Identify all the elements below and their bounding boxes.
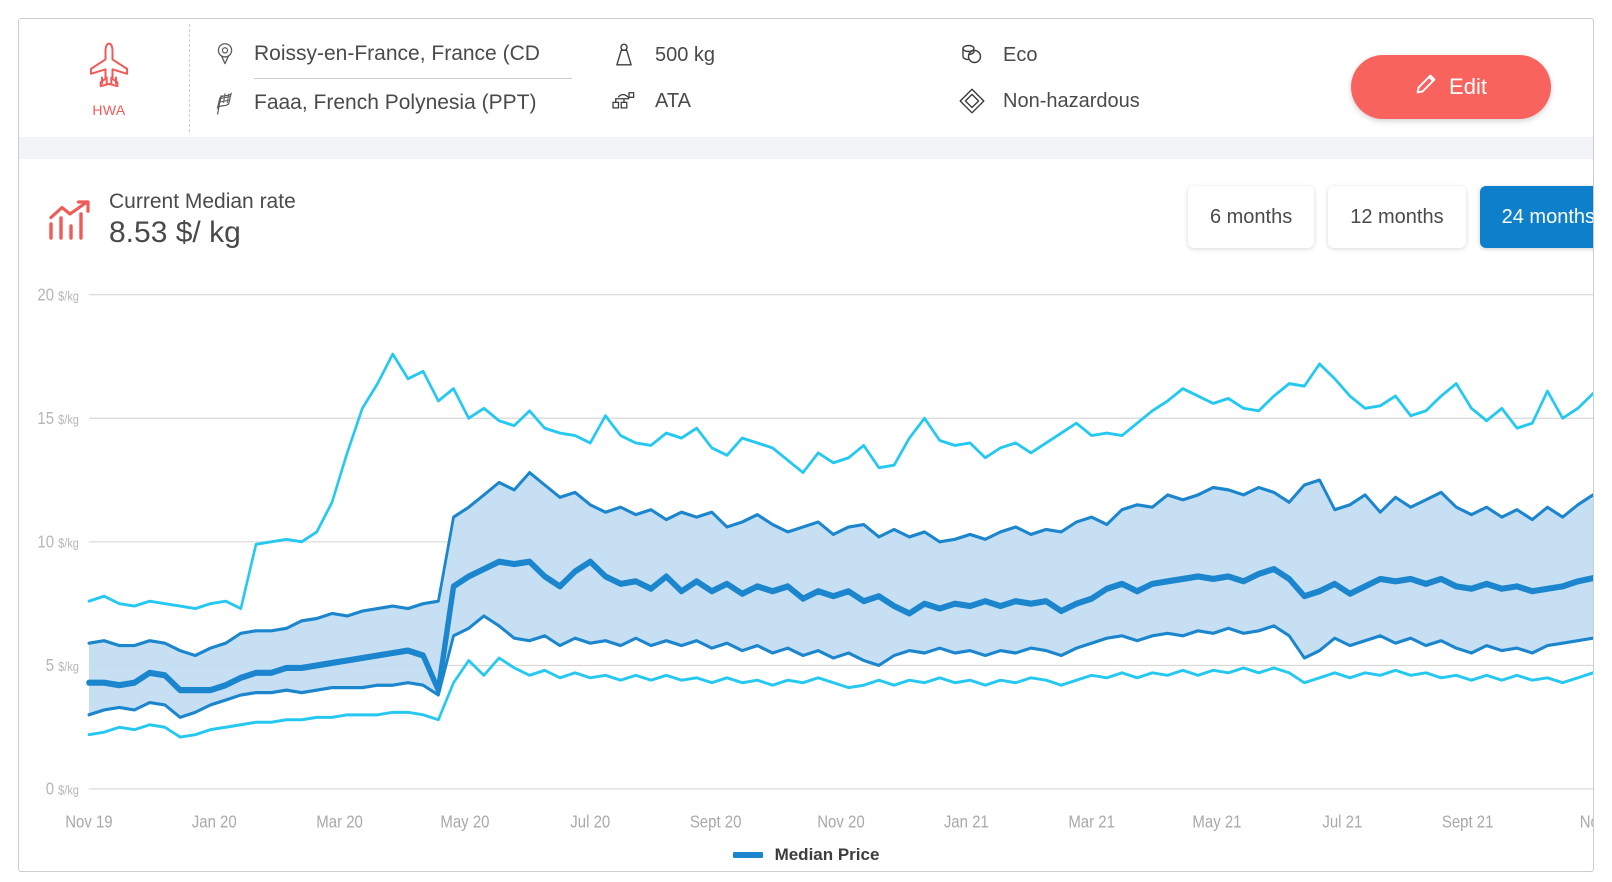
rate-history-chart[interactable]: 0 $/kg 5 $/kg 10 $/kg 15 $/kg 20 $/kg Nov 19… (19, 281, 1593, 871)
svg-text:Jul 20: Jul 20 (570, 813, 610, 832)
weight-text: 500 kg (655, 43, 716, 66)
svg-text:Jul 21: Jul 21 (1322, 813, 1362, 832)
shipment-meta-block: 500 kg ATA (610, 38, 930, 118)
coins-icon (958, 42, 986, 68)
period-selector: 6 months 12 months 24 months (1187, 186, 1593, 248)
bar-chart-trend-icon (43, 198, 97, 242)
route-origin-text: Roissy-en-France, France (CD (254, 41, 540, 65)
service-meta-block: Eco Non-hazardous (958, 38, 1258, 118)
period-button-12-months[interactable]: 12 months (1328, 186, 1466, 248)
period-button-24-months[interactable]: 24 months (1479, 186, 1593, 248)
incoterm-text: ATA (655, 89, 691, 112)
svg-text:Mar 21: Mar 21 (1068, 813, 1115, 832)
header-divider (189, 24, 190, 132)
checkered-flag-icon (212, 90, 238, 116)
rate-value: 8.53 $/ kg (109, 216, 241, 249)
route-destination-row: Faaa, French Polynesia (PPT) (212, 79, 572, 127)
svg-text:Sept 20: Sept 20 (690, 813, 742, 832)
hazard-text: Non-hazardous (1003, 89, 1140, 112)
diamond-icon (958, 87, 986, 115)
rate-text-block: Current Median rate 8.53 $/ kg (109, 190, 296, 250)
network-icon (610, 90, 638, 112)
svg-text:Sept 21: Sept 21 (1442, 813, 1494, 832)
svg-text:0 $/kg: 0 $/kg (46, 780, 79, 799)
edit-button-label: Edit (1449, 74, 1487, 99)
chart-y-axis-labels: 0 $/kg 5 $/kg 10 $/kg 15 $/kg 20 $/kg (37, 285, 79, 798)
shipment-header: HWA Roissy-en-France, France (CD Faaa, F… (19, 19, 1593, 137)
rate-label: Current Median rate (109, 190, 296, 213)
weight-icon (610, 42, 638, 68)
header-band-separator (19, 137, 1593, 159)
period-button-6-months[interactable]: 6 months (1187, 186, 1315, 248)
edit-button-wrapper: Edit (1351, 55, 1551, 119)
svg-text:Jan 20: Jan 20 (192, 813, 237, 832)
chart-legend: Median Price (19, 845, 1593, 865)
route-origin-row: Roissy-en-France, France (CD (212, 30, 572, 78)
svg-text:10 $/kg: 10 $/kg (37, 533, 79, 552)
svg-text:Nov: Nov (1580, 813, 1593, 832)
hazard-row: Non-hazardous (958, 84, 1258, 118)
carrier-code: HWA (92, 101, 126, 118)
svg-text:Nov 19: Nov 19 (65, 813, 112, 832)
carrier-block: HWA (29, 39, 189, 118)
location-pin-icon (212, 42, 238, 66)
route-destination-text: Faaa, French Polynesia (PPT) (254, 90, 537, 114)
chart-svg: 0 $/kg 5 $/kg 10 $/kg 15 $/kg 20 $/kg Nov 19… (37, 285, 1593, 832)
rate-detail-card: HWA Roissy-en-France, France (CD Faaa, F… (18, 18, 1594, 872)
app-root: HWA Roissy-en-France, France (CD Faaa, F… (0, 0, 1612, 882)
svg-text:May 20: May 20 (440, 813, 489, 832)
service-text: Eco (1003, 43, 1038, 66)
legend-swatch-median-price (732, 852, 763, 858)
chart-x-axis-labels: Nov 19 Jan 20 Mar 20 May 20 Jul 20 Sept 20 Nov… (65, 813, 1593, 832)
incoterm-row: ATA (610, 84, 930, 118)
airplane-icon (81, 39, 137, 100)
service-row: Eco (958, 38, 1258, 72)
chart-series-layer (86, 352, 1593, 739)
svg-text:20 $/kg: 20 $/kg (37, 285, 79, 304)
route-block: Roissy-en-France, France (CD Faaa, Frenc… (212, 30, 572, 127)
svg-text:Nov 20: Nov 20 (817, 813, 864, 832)
weight-row: 500 kg (610, 38, 930, 72)
svg-text:5 $/kg: 5 $/kg (46, 656, 79, 675)
pencil-icon (1415, 73, 1437, 101)
edit-button[interactable]: Edit (1351, 55, 1551, 119)
svg-text:Mar 20: Mar 20 (316, 813, 363, 832)
svg-text:15 $/kg: 15 $/kg (37, 409, 79, 428)
svg-text:Jan 21: Jan 21 (944, 813, 989, 832)
svg-text:May 21: May 21 (1192, 813, 1241, 832)
legend-label-median-price: Median Price (774, 845, 880, 864)
rate-summary-row: Current Median rate 8.53 $/ kg 6 months … (19, 159, 1593, 281)
